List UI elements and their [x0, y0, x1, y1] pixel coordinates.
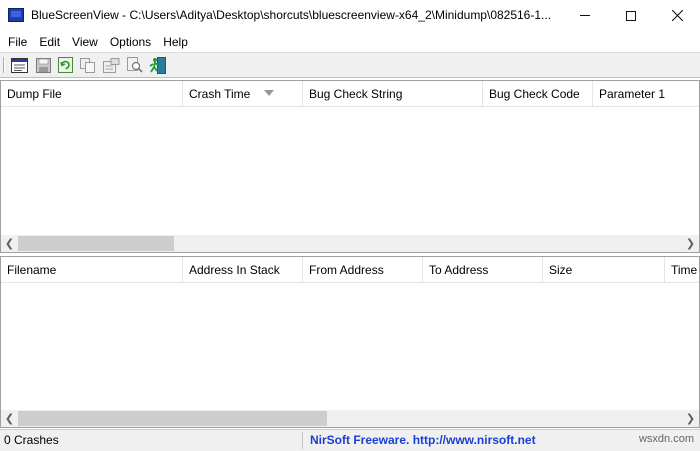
column-header-to-address[interactable]: To Address: [423, 257, 543, 282]
column-label: From Address: [309, 263, 384, 277]
menu-view[interactable]: View: [66, 32, 104, 52]
column-header-size[interactable]: Size: [543, 257, 665, 282]
crash-list-header: Dump File Crash Time Bug Check String Bu…: [1, 81, 699, 107]
column-label: Time: [671, 263, 698, 277]
crash-count: 0 Crashes: [4, 433, 59, 447]
sort-descending-icon: [264, 90, 274, 96]
refresh-button[interactable]: [55, 56, 75, 74]
exit-icon: [149, 56, 166, 74]
watermark: wsxdn.com: [638, 433, 694, 445]
copy-button[interactable]: [78, 56, 98, 74]
save-icon: [35, 57, 51, 73]
crash-list-pane[interactable]: Dump File Crash Time Bug Check String Bu…: [0, 80, 700, 253]
column-header-filename[interactable]: Filename: [1, 257, 183, 282]
menu-help[interactable]: Help: [157, 32, 194, 52]
refresh-icon: [57, 57, 73, 73]
column-label: Size: [549, 263, 573, 277]
minimize-icon: [580, 15, 590, 16]
scrollbar-thumb[interactable]: [18, 236, 174, 251]
bluescreen-app-icon: [8, 8, 24, 22]
scroll-right-arrow-icon[interactable]: ❯: [682, 235, 699, 252]
scrollbar-thumb[interactable]: [18, 411, 327, 426]
status-divider: [302, 432, 303, 449]
find-button[interactable]: [125, 56, 145, 74]
find-icon: [127, 57, 143, 73]
column-label: Bug Check String: [309, 87, 403, 101]
column-label: Crash Time: [189, 87, 251, 101]
minimize-button[interactable]: [562, 0, 608, 31]
column-label: Dump File: [7, 87, 62, 101]
menu-edit[interactable]: Edit: [33, 32, 66, 52]
properties-button[interactable]: [101, 56, 121, 74]
window-title: BlueScreenView - C:\Users\Aditya\Desktop…: [31, 8, 552, 22]
toolbar-grip: [3, 57, 5, 73]
driver-list-pane[interactable]: Filename Address In Stack From Address T…: [0, 256, 700, 428]
scroll-left-arrow-icon[interactable]: ❮: [1, 410, 18, 427]
crash-list-horizontal-scrollbar[interactable]: ❮ ❯: [1, 235, 699, 252]
column-label: To Address: [429, 263, 489, 277]
column-header-crash-time[interactable]: Crash Time: [183, 81, 303, 106]
maximize-button[interactable]: [608, 0, 654, 31]
copy-icon: [80, 57, 95, 73]
nirsoft-link[interactable]: NirSoft Freeware. http://www.nirsoft.net: [310, 430, 536, 451]
maximize-icon: [626, 10, 636, 21]
driver-list-horizontal-scrollbar[interactable]: ❮ ❯: [1, 410, 699, 427]
close-button[interactable]: [654, 0, 700, 31]
column-label: Bug Check Code: [489, 87, 580, 101]
status-bar: 0 Crashes NirSoft Freeware. http://www.n…: [0, 429, 700, 451]
properties-window-button[interactable]: [9, 56, 29, 74]
column-header-bug-check-code[interactable]: Bug Check Code: [483, 81, 593, 106]
scroll-left-arrow-icon[interactable]: ❮: [1, 235, 18, 252]
column-label: Address In Stack: [189, 263, 280, 277]
column-header-parameter-1[interactable]: Parameter 1: [593, 81, 699, 106]
column-header-bug-check-string[interactable]: Bug Check String: [303, 81, 483, 106]
column-header-address-in-stack[interactable]: Address In Stack: [183, 257, 303, 282]
close-icon: [671, 10, 683, 21]
properties-window-icon: [10, 57, 28, 73]
save-button[interactable]: [33, 56, 53, 74]
column-label: Filename: [7, 263, 57, 277]
column-label: Parameter 1: [599, 87, 666, 101]
exit-button[interactable]: [148, 56, 168, 74]
title-bar: BlueScreenView - C:\Users\Aditya\Desktop…: [0, 0, 700, 31]
menu-file[interactable]: File: [2, 32, 33, 52]
column-header-time[interactable]: Time: [665, 257, 699, 282]
menu-bar: File Edit View Options Help: [0, 31, 700, 52]
scroll-right-arrow-icon[interactable]: ❯: [682, 410, 699, 427]
properties-icon: [102, 57, 119, 73]
toolbar: [0, 52, 700, 78]
column-header-from-address[interactable]: From Address: [303, 257, 423, 282]
driver-list-header: Filename Address In Stack From Address T…: [1, 257, 699, 283]
column-header-dump-file[interactable]: Dump File: [1, 81, 183, 106]
menu-options[interactable]: Options: [104, 32, 157, 52]
